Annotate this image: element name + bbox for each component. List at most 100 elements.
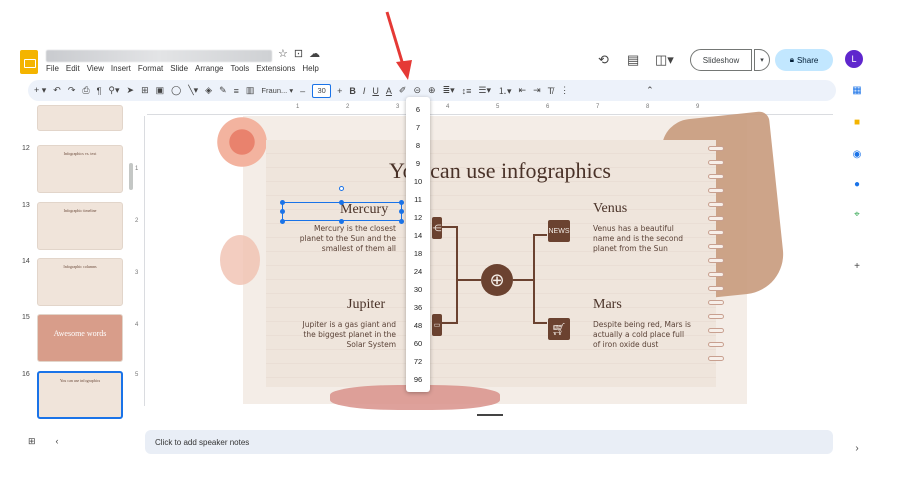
font-size-option[interactable]: 36 xyxy=(406,303,430,312)
font-size-option[interactable]: 72 xyxy=(406,357,430,366)
menu-edit[interactable]: Edit xyxy=(66,64,80,73)
border-color-icon[interactable]: ✎ xyxy=(219,85,227,96)
highlight-icon[interactable]: ✐ xyxy=(399,85,407,96)
resize-handle[interactable] xyxy=(399,200,404,205)
menu-view[interactable]: View xyxy=(87,64,104,73)
font-size-option[interactable]: 14 xyxy=(406,231,430,240)
calendar-icon[interactable]: ▦ xyxy=(850,84,864,98)
resize-handle[interactable] xyxy=(339,200,344,205)
align-icon[interactable]: ≣▾ xyxy=(443,85,455,96)
slide-thumbnail[interactable]: Infographic timeline xyxy=(37,202,123,250)
mercury-text[interactable]: Mercury is the closest planet to the Sun… xyxy=(290,224,396,254)
comments-icon[interactable]: ▤ xyxy=(627,52,639,68)
collapse-filmstrip-icon[interactable]: ‹ xyxy=(56,436,59,447)
resize-handle[interactable] xyxy=(280,209,285,214)
jupiter-heading[interactable]: Jupiter xyxy=(347,297,385,313)
maps-icon[interactable]: ⌖ xyxy=(850,208,864,222)
undo-icon[interactable]: ↶ xyxy=(53,85,61,96)
menu-file[interactable]: File xyxy=(46,64,59,73)
document-title[interactable] xyxy=(46,50,272,62)
cloud-status-icon[interactable]: ☁ xyxy=(309,47,320,60)
tasks-icon[interactable]: ◉ xyxy=(850,148,864,162)
avatar[interactable]: L xyxy=(845,50,863,68)
indent-increase-icon[interactable]: ⇥ xyxy=(533,85,541,96)
redo-icon[interactable]: ↷ xyxy=(68,85,76,96)
new-slide-icon[interactable]: + ▾ xyxy=(34,85,46,96)
bulleted-list-icon[interactable]: ☰▾ xyxy=(478,85,491,96)
mars-text[interactable]: Despite being red, Mars is actually a co… xyxy=(593,320,708,350)
font-family-select[interactable]: Fraun... ▾ xyxy=(261,86,293,95)
select-icon[interactable]: ➤ xyxy=(127,85,135,96)
canvas-scroll-indicator[interactable] xyxy=(477,414,503,416)
font-size-option[interactable]: 10 xyxy=(406,177,430,186)
rotate-handle[interactable] xyxy=(339,186,344,191)
menu-tools[interactable]: Tools xyxy=(231,64,250,73)
font-size-option[interactable]: 12 xyxy=(406,213,430,222)
move-folder-icon[interactable]: ⊡ xyxy=(294,47,303,60)
font-size-option[interactable]: 60 xyxy=(406,339,430,348)
comment-icon[interactable]: ⊕ xyxy=(428,85,436,96)
slide-title[interactable]: You can use infographics xyxy=(340,158,660,184)
slides-logo-icon[interactable] xyxy=(20,50,38,74)
collapse-toolbar-icon[interactable]: ⌃ xyxy=(646,85,654,96)
numbered-list-icon[interactable]: ⒈▾ xyxy=(498,84,512,97)
slide-thumbnail[interactable] xyxy=(37,105,123,131)
resize-handle[interactable] xyxy=(399,219,404,224)
keep-icon[interactable]: ■ xyxy=(850,116,864,130)
font-size-option[interactable]: 7 xyxy=(406,123,430,132)
more-icon[interactable]: ⋮ xyxy=(560,85,569,96)
menu-help[interactable]: Help xyxy=(302,64,318,73)
star-icon[interactable]: ☆ xyxy=(278,47,288,60)
image-icon[interactable]: ▣ xyxy=(156,85,165,96)
line-icon[interactable]: ╲▾ xyxy=(188,85,198,96)
slide-thumbnail[interactable]: Awesome words xyxy=(37,314,123,362)
menu-extensions[interactable]: Extensions xyxy=(256,64,295,73)
slide-thumbnail[interactable]: Infographic columns xyxy=(37,258,123,306)
history-icon[interactable]: ⟲ xyxy=(598,52,609,68)
clear-format-icon[interactable]: T̸ xyxy=(548,86,554,96)
filmstrip-scrollbar[interactable] xyxy=(129,163,133,190)
fill-color-icon[interactable]: ◈ xyxy=(205,85,212,96)
print-icon[interactable]: ⎙ xyxy=(82,85,89,96)
italic-icon[interactable]: I xyxy=(363,86,366,96)
contacts-icon[interactable]: ● xyxy=(850,178,864,192)
border-weight-icon[interactable]: ≡ xyxy=(234,86,239,96)
font-size-option[interactable]: 6 xyxy=(406,105,430,114)
jupiter-text[interactable]: Jupiter is a gas giant and the biggest p… xyxy=(290,320,396,350)
menu-arrange[interactable]: Arrange xyxy=(195,64,223,73)
slide-thumbnail[interactable]: Infographics vs. text xyxy=(37,145,123,193)
expand-panel-icon[interactable]: › xyxy=(850,442,864,456)
meet-icon[interactable]: ◫▾ xyxy=(655,52,674,68)
zoom-icon[interactable]: ⚲▾ xyxy=(108,85,119,96)
font-size-option[interactable]: 9 xyxy=(406,159,430,168)
slide-thumbnail-selected[interactable]: You can use infographics xyxy=(37,371,123,419)
share-button[interactable]: 🔒︎ Share xyxy=(775,49,833,71)
resize-handle[interactable] xyxy=(280,200,285,205)
font-size-option[interactable]: 24 xyxy=(406,267,430,276)
border-dash-icon[interactable]: ▥ xyxy=(246,85,255,96)
font-size-input[interactable]: 30 xyxy=(312,83,332,98)
bold-icon[interactable]: B xyxy=(349,86,356,96)
slideshow-button[interactable]: Slideshow xyxy=(690,49,752,71)
link-icon[interactable]: ⊝ xyxy=(413,85,421,96)
font-size-option[interactable]: 96 xyxy=(406,375,430,384)
font-size-option[interactable]: 48 xyxy=(406,321,430,330)
font-size-option-selected[interactable]: 30 xyxy=(406,285,430,294)
menu-insert[interactable]: Insert xyxy=(111,64,131,73)
increase-font-icon[interactable]: + xyxy=(337,86,342,96)
venus-text[interactable]: Venus has a beautiful name and is the se… xyxy=(593,224,703,254)
shape-icon[interactable]: ◯ xyxy=(171,85,181,96)
decrease-font-icon[interactable]: – xyxy=(300,86,305,96)
resize-handle[interactable] xyxy=(399,209,404,214)
menu-format[interactable]: Format xyxy=(138,64,163,73)
resize-handle[interactable] xyxy=(280,219,285,224)
grid-view-icon[interactable]: ⊞ xyxy=(28,436,36,447)
textbox-icon[interactable]: ⊞ xyxy=(141,85,149,96)
add-addon-icon[interactable]: + xyxy=(850,260,864,274)
paint-format-icon[interactable]: ¶ xyxy=(97,86,102,96)
font-size-option[interactable]: 11 xyxy=(406,195,430,204)
mars-heading[interactable]: Mars xyxy=(593,297,622,313)
speaker-notes[interactable]: Click to add speaker notes xyxy=(145,430,833,454)
line-spacing-icon[interactable]: ↕≡ xyxy=(462,86,472,96)
underline-icon[interactable]: U xyxy=(372,86,379,96)
